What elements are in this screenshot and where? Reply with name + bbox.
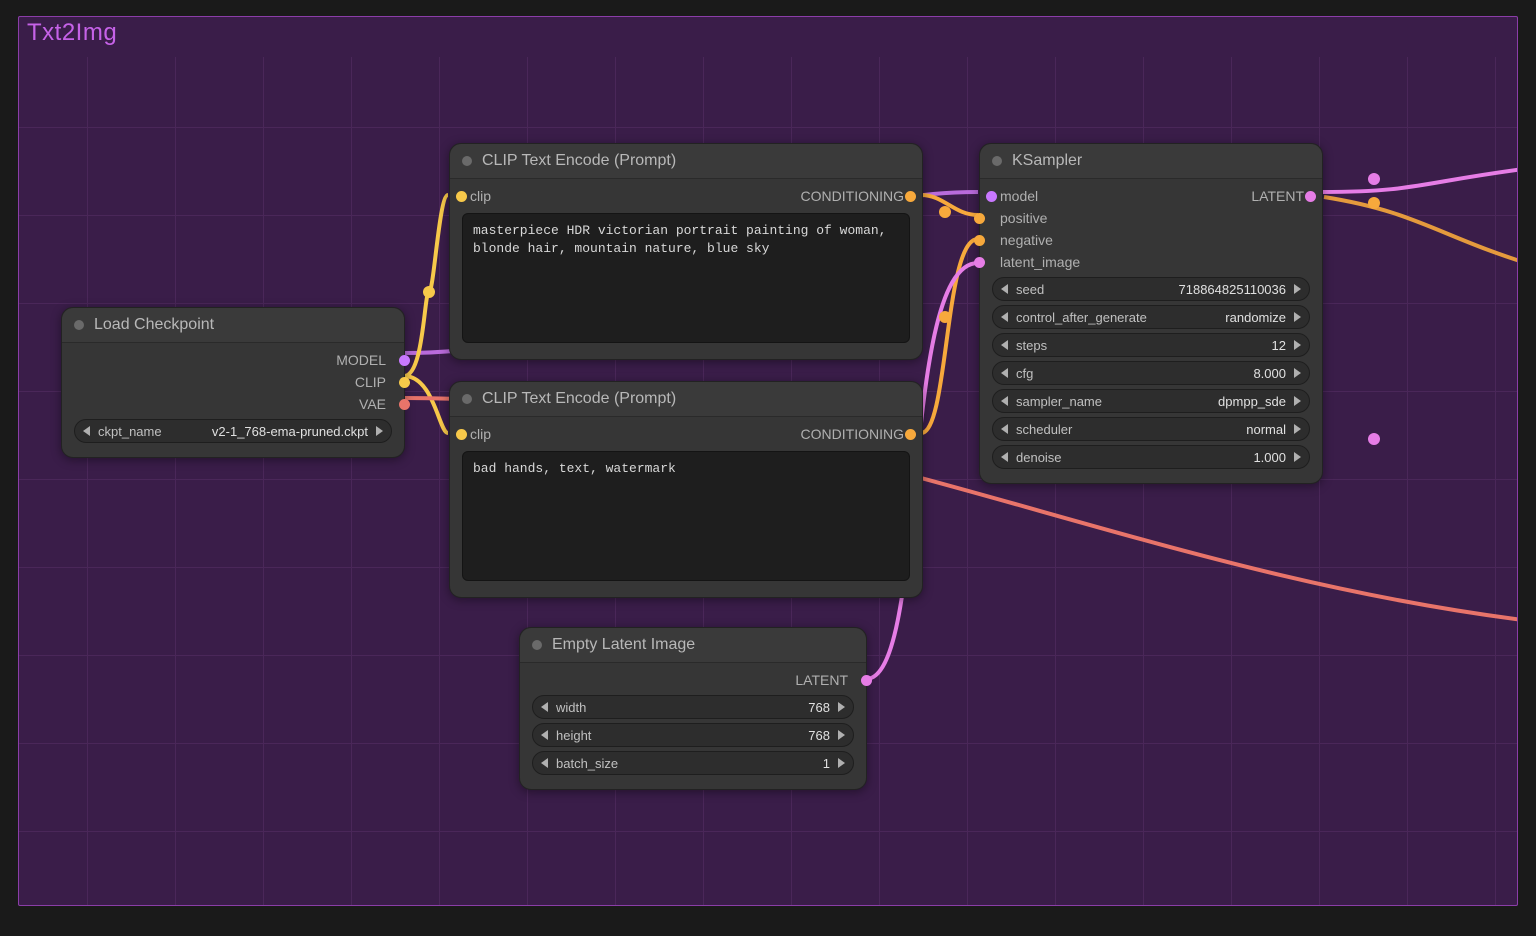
arrow-left-icon[interactable] <box>1001 284 1008 294</box>
widget-sampler-name[interactable]: sampler_name dpmpp_sde <box>992 389 1310 413</box>
node-title: Empty Latent Image <box>552 636 695 654</box>
port-negative-in[interactable] <box>974 235 985 246</box>
arrow-left-icon[interactable] <box>541 730 548 740</box>
arrow-right-icon[interactable] <box>1294 340 1301 350</box>
node-load-checkpoint[interactable]: Load Checkpoint MODEL CLIP VAE ckpt_name… <box>61 307 405 458</box>
arrow-left-icon[interactable] <box>1001 452 1008 462</box>
node-ksampler[interactable]: KSampler model LATENT positive negative <box>979 143 1323 484</box>
output-latent[interactable]: LATENT <box>520 669 866 691</box>
node-status-dot-icon <box>532 640 542 650</box>
arrow-right-icon[interactable] <box>838 758 845 768</box>
input-latent-image[interactable]: latent_image <box>980 251 1322 273</box>
port-vae-out[interactable] <box>399 399 410 410</box>
node-header[interactable]: Load Checkpoint <box>62 308 404 343</box>
node-header[interactable]: Empty Latent Image <box>520 628 866 663</box>
output-vae[interactable]: VAE <box>62 393 404 415</box>
output-clip[interactable]: CLIP <box>62 371 404 393</box>
port-latent-in[interactable] <box>974 257 985 268</box>
arrow-right-icon[interactable] <box>838 730 845 740</box>
output-cond-label: CONDITIONING <box>801 188 904 204</box>
port-cond-out[interactable] <box>905 429 916 440</box>
node-title: CLIP Text Encode (Prompt) <box>482 152 676 170</box>
arrow-right-icon[interactable] <box>1294 368 1301 378</box>
group-title: Txt2Img <box>27 19 117 47</box>
port-clip-in[interactable] <box>456 191 467 202</box>
node-status-dot-icon <box>992 156 1002 166</box>
node-header[interactable]: KSampler <box>980 144 1322 179</box>
node-header[interactable]: CLIP Text Encode (Prompt) <box>450 144 922 179</box>
port-cond-out[interactable] <box>905 191 916 202</box>
widget-control-after-generate[interactable]: control_after_generate randomize <box>992 305 1310 329</box>
input-clip-label: clip <box>470 426 491 442</box>
arrow-left-icon[interactable] <box>1001 368 1008 378</box>
input-positive[interactable]: positive <box>980 207 1322 229</box>
arrow-left-icon[interactable] <box>1001 312 1008 322</box>
prompt-text-input[interactable]: bad hands, text, watermark <box>462 451 910 581</box>
node-graph-group[interactable]: Txt2Img Load Checkpoint <box>18 16 1518 906</box>
widget-seed[interactable]: seed 718864825110036 <box>992 277 1310 301</box>
node-header[interactable]: CLIP Text Encode (Prompt) <box>450 382 922 417</box>
widget-ckpt-name[interactable]: ckpt_name v2-1_768-ema-pruned.ckpt <box>74 419 392 443</box>
arrow-left-icon[interactable] <box>83 426 90 436</box>
widget-batch-size[interactable]: batch_size 1 <box>532 751 854 775</box>
output-model[interactable]: MODEL <box>62 349 404 371</box>
arrow-left-icon[interactable] <box>1001 424 1008 434</box>
arrow-right-icon[interactable] <box>1294 284 1301 294</box>
prompt-text-input[interactable]: masterpiece HDR victorian portrait paint… <box>462 213 910 343</box>
arrow-right-icon[interactable] <box>1294 312 1301 322</box>
widget-scheduler[interactable]: scheduler normal <box>992 417 1310 441</box>
output-cond-label: CONDITIONING <box>801 426 904 442</box>
node-title: CLIP Text Encode (Prompt) <box>482 390 676 408</box>
output-latent-label: LATENT <box>1251 188 1304 204</box>
widget-denoise[interactable]: denoise 1.000 <box>992 445 1310 469</box>
input-clip-label: clip <box>470 188 491 204</box>
port-latent-out[interactable] <box>1305 191 1316 202</box>
node-empty-latent-image[interactable]: Empty Latent Image LATENT width 768 heig… <box>519 627 867 790</box>
node-status-dot-icon <box>462 394 472 404</box>
node-title: Load Checkpoint <box>94 316 214 334</box>
input-model-label: model <box>1000 188 1038 204</box>
widget-cfg[interactable]: cfg 8.000 <box>992 361 1310 385</box>
arrow-right-icon[interactable] <box>376 426 383 436</box>
node-title: KSampler <box>1012 152 1082 170</box>
arrow-right-icon[interactable] <box>1294 396 1301 406</box>
arrow-left-icon[interactable] <box>1001 340 1008 350</box>
port-clip-out[interactable] <box>399 377 410 388</box>
arrow-right-icon[interactable] <box>1294 452 1301 462</box>
port-latent-out[interactable] <box>861 675 872 686</box>
node-clip-text-encode-positive[interactable]: CLIP Text Encode (Prompt) clip CONDITION… <box>449 143 923 360</box>
port-model-in[interactable] <box>986 191 997 202</box>
node-clip-text-encode-negative[interactable]: CLIP Text Encode (Prompt) clip CONDITION… <box>449 381 923 598</box>
node-status-dot-icon <box>462 156 472 166</box>
arrow-left-icon[interactable] <box>541 702 548 712</box>
arrow-right-icon[interactable] <box>838 702 845 712</box>
port-model-out[interactable] <box>399 355 410 366</box>
arrow-left-icon[interactable] <box>541 758 548 768</box>
arrow-left-icon[interactable] <box>1001 396 1008 406</box>
port-clip-in[interactable] <box>456 429 467 440</box>
input-negative[interactable]: negative <box>980 229 1322 251</box>
widget-height[interactable]: height 768 <box>532 723 854 747</box>
port-positive-in[interactable] <box>974 213 985 224</box>
node-status-dot-icon <box>74 320 84 330</box>
widget-steps[interactable]: steps 12 <box>992 333 1310 357</box>
widget-width[interactable]: width 768 <box>532 695 854 719</box>
arrow-right-icon[interactable] <box>1294 424 1301 434</box>
